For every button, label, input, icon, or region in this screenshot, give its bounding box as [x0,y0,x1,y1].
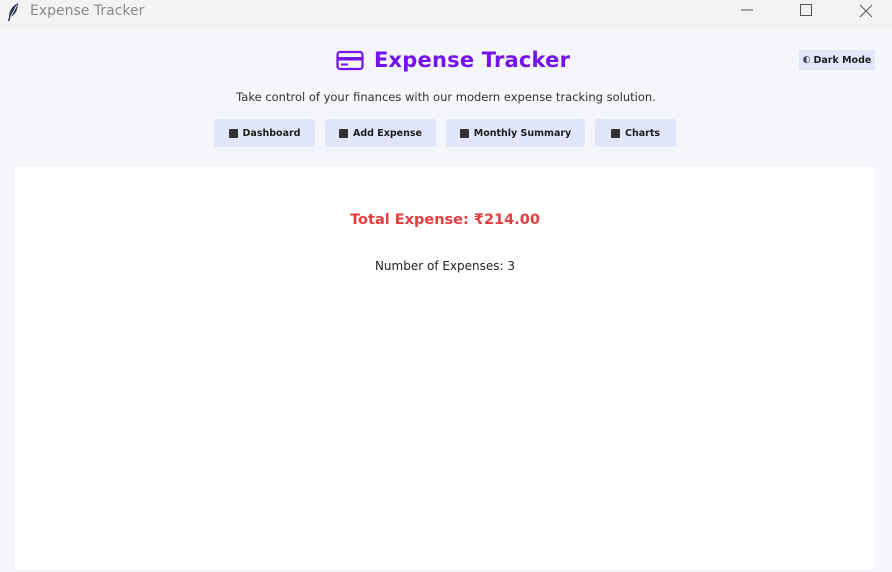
memo-icon [339,128,348,138]
minimize-icon [741,9,753,11]
app-header: Expense Tracker [336,44,570,76]
nav-dashboard-label: Dashboard [242,127,301,139]
window-title-bar: Expense Tracker [0,0,892,29]
nav-charts-label: Charts [624,127,661,139]
close-button[interactable] [842,0,888,29]
total-expense: Total Expense: ₹214.00 [350,212,540,228]
charts-icon [610,128,620,138]
minimize-button[interactable] [724,0,770,29]
nav-charts-button[interactable]: Charts [595,119,676,147]
nav-monthly-summary-button[interactable]: Monthly Summary [446,119,585,147]
dark-mode-label: Dark Mode [813,54,872,66]
expense-count: Number of Expenses: 3 [374,259,516,273]
app-subtitle: Take control of your finances with our m… [236,90,656,104]
dashboard-panel: Total Expense: ₹214.00 Number of Expense… [15,167,875,569]
credit-card-icon [336,50,364,71]
dark-mode-button[interactable]: ◐ Dark Mode [799,50,875,70]
nav-add-expense-button[interactable]: Add Expense [325,119,436,147]
nav-add-expense-label: Add Expense [353,127,422,139]
close-icon [859,4,873,18]
nav-monthly-summary-label: Monthly Summary [473,127,572,139]
maximize-button[interactable] [783,0,829,29]
calendar-icon [459,128,469,138]
moon-icon: ◐ [802,55,811,65]
maximize-icon [800,4,812,16]
nav-dashboard-button[interactable]: Dashboard [214,119,315,147]
app-title: Expense Tracker [374,48,571,72]
window-title: Expense Tracker [30,3,145,19]
chart-bar-icon [228,128,238,138]
feather-icon [8,3,18,21]
